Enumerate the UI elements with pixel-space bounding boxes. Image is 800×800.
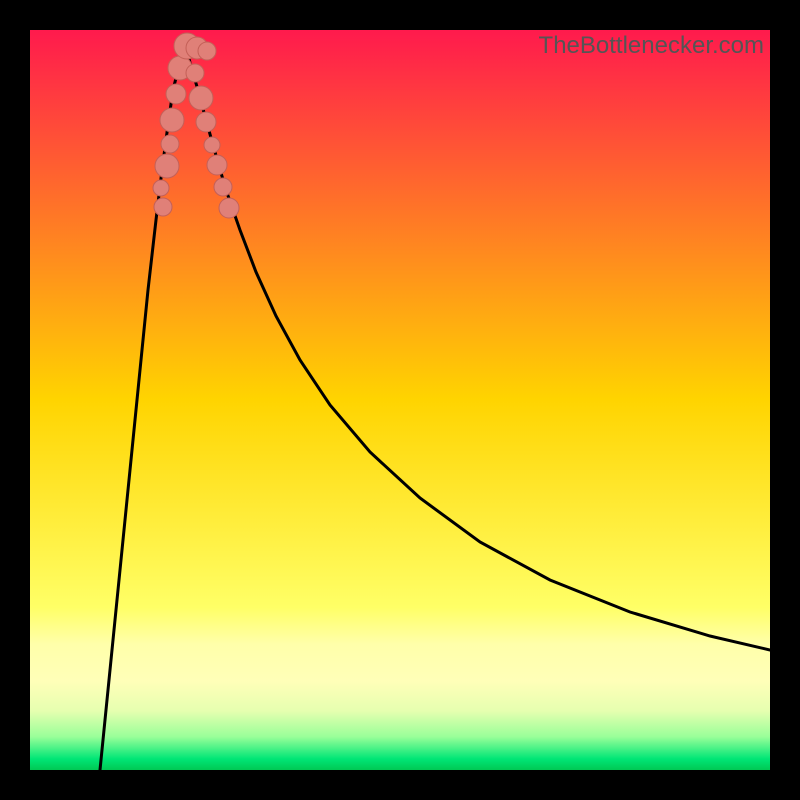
- marker-dot: [198, 42, 216, 60]
- marker-dot: [207, 155, 227, 175]
- marker-dot: [204, 137, 220, 153]
- curve-right-branch: [185, 45, 770, 650]
- plot-area: TheBottlenecker.com: [30, 30, 770, 770]
- bottleneck-curves: [100, 45, 770, 770]
- marker-dot: [219, 198, 239, 218]
- marker-dot: [161, 135, 179, 153]
- marker-dot: [160, 108, 184, 132]
- data-markers: [153, 33, 239, 218]
- marker-dot: [153, 180, 169, 196]
- marker-dot: [154, 198, 172, 216]
- chart-frame: TheBottlenecker.com: [0, 0, 800, 800]
- curve-left-branch: [100, 45, 185, 770]
- plot-overlay: [30, 30, 770, 770]
- marker-dot: [186, 64, 204, 82]
- marker-dot: [155, 154, 179, 178]
- watermark-text: TheBottlenecker.com: [539, 32, 764, 60]
- marker-dot: [166, 84, 186, 104]
- marker-dot: [214, 178, 232, 196]
- marker-dot: [196, 112, 216, 132]
- marker-dot: [189, 86, 213, 110]
